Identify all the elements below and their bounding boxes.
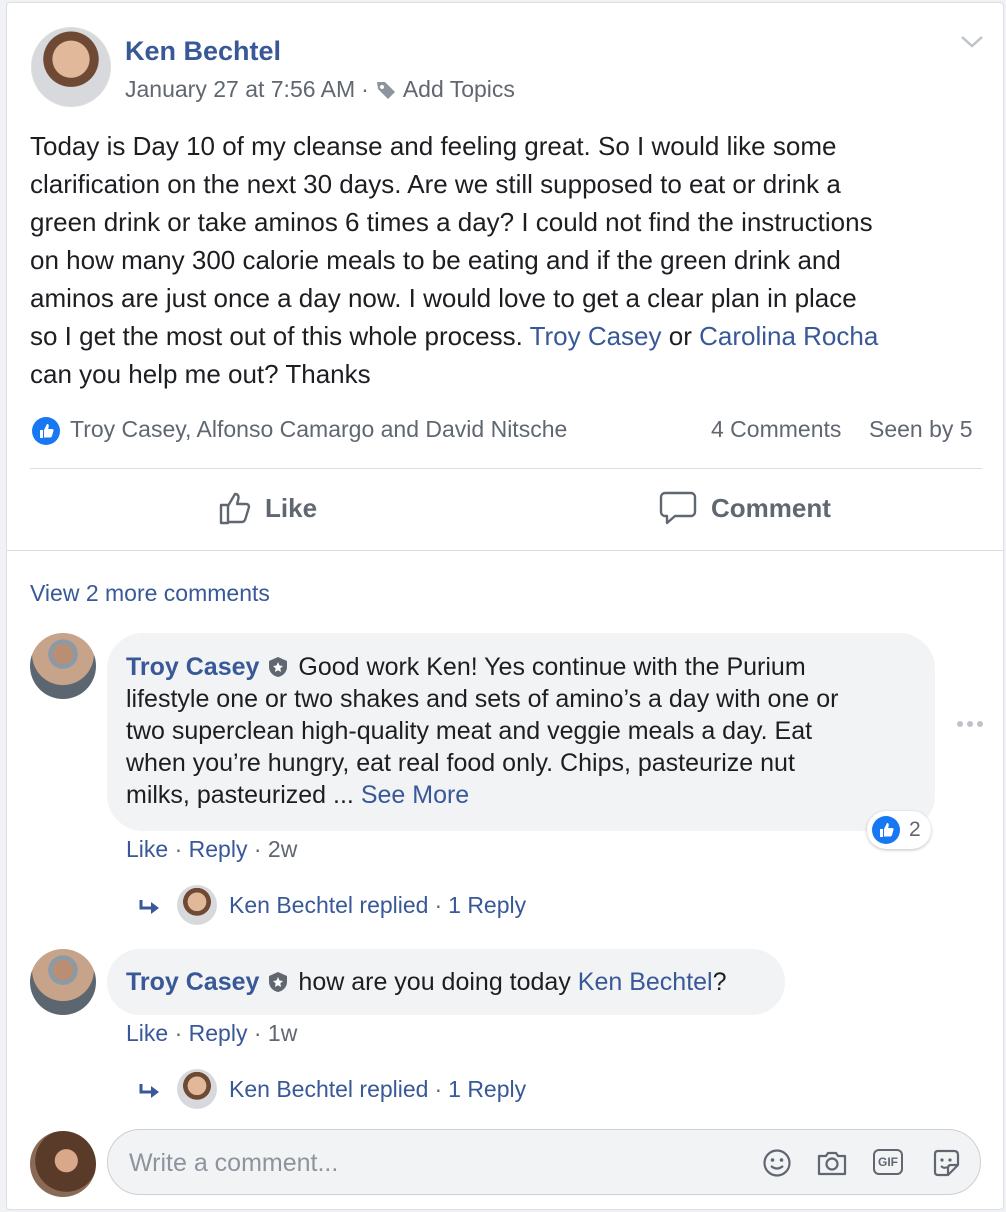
commenter-avatar[interactable]	[30, 949, 96, 1015]
tag-icon	[376, 81, 395, 99]
thumbs-up-icon	[219, 492, 251, 525]
separator-dot: ·	[168, 1020, 189, 1046]
comment-reaction-pill[interactable]: 2	[867, 811, 931, 849]
comment-reply-link[interactable]: Reply	[189, 836, 248, 862]
separator-dot: ·	[434, 891, 443, 918]
post-body-line: so I get the most out of this whole proc…	[30, 317, 990, 355]
post-body-line: can you help me out? Thanks	[30, 359, 371, 389]
commenter-avatar[interactable]	[30, 633, 96, 699]
emoji-icon[interactable]	[762, 1148, 792, 1178]
reactions-names[interactable]: Troy Casey, Alfonso Camargo and David Ni…	[70, 416, 567, 443]
camera-icon[interactable]	[816, 1148, 848, 1178]
speech-bubble-icon	[659, 491, 697, 525]
comments-count[interactable]: 4 Comments	[711, 416, 841, 443]
chevron-down-icon[interactable]	[959, 33, 985, 51]
comment-line: two superclean high-quality meat and veg…	[126, 717, 813, 745]
divider	[30, 468, 982, 469]
post-body-text: so I get the most out of this whole proc…	[30, 321, 530, 351]
reaction-count: 2	[909, 818, 921, 841]
post-body-line: clarification on the next 30 days. Are w…	[30, 169, 841, 199]
post-body-line: aminos are just once a day now. I would …	[30, 283, 857, 313]
like-button[interactable]: Like	[217, 489, 317, 527]
comment-line: when you’re hungry, eat real food only. …	[126, 749, 795, 777]
comment-author[interactable]: Troy Casey	[126, 966, 259, 998]
post-body-line: Today is Day 10 of my cleanse and feelin…	[30, 131, 837, 161]
comment-button[interactable]: Comment	[659, 489, 831, 527]
reply-count: 1 Reply	[448, 891, 527, 918]
separator-dot: ·	[247, 836, 268, 862]
sticker-icon[interactable]	[930, 1147, 962, 1179]
comment-like-link[interactable]: Like	[126, 836, 168, 862]
replied-text: Ken Bechtel replied	[229, 1075, 429, 1102]
author-avatar[interactable]	[31, 27, 111, 107]
gif-icon[interactable]: GIF	[873, 1149, 903, 1175]
comment-line: milks, pasteurized ... See More	[126, 779, 926, 811]
like-reaction-icon[interactable]	[31, 416, 61, 446]
admin-badge-icon	[269, 972, 288, 992]
comment-actions: Like · Reply · 1w	[126, 1020, 297, 1047]
reply-count: 1 Reply	[448, 1075, 527, 1102]
replies-summary[interactable]: Ken Bechtel replied · 1 Reply	[137, 885, 526, 925]
comment-line-text: milks, pasteurized ...	[126, 781, 361, 809]
replier-avatar	[177, 885, 217, 925]
like-reaction-icon	[872, 816, 900, 844]
mention-ken-bechtel[interactable]: Ken Bechtel	[578, 966, 713, 998]
separator-dot: ·	[434, 1075, 443, 1102]
admin-badge-icon	[269, 657, 288, 677]
comment-author[interactable]: Troy Casey	[126, 651, 259, 683]
current-user-avatar[interactable]	[30, 1131, 96, 1197]
replies-summary[interactable]: Ken Bechtel replied · 1 Reply	[137, 1069, 526, 1109]
more-options-icon[interactable]	[957, 721, 983, 727]
mention-troy-casey[interactable]: Troy Casey	[530, 321, 662, 351]
separator-dot: ·	[168, 836, 189, 862]
comment-like-link[interactable]: Like	[126, 1020, 168, 1046]
comment-reply-link[interactable]: Reply	[189, 1020, 248, 1046]
post-meta: January 27 at 7:56 AM · Add Topics	[125, 76, 515, 103]
comment-time[interactable]: 2w	[268, 836, 297, 862]
comment-input[interactable]: Write a comment... GIF	[107, 1129, 981, 1195]
like-button-label: Like	[265, 492, 318, 523]
replied-text: Ken Bechtel replied	[229, 891, 429, 918]
post-timestamp[interactable]: January 27 at 7:56 AM	[125, 76, 355, 103]
post-body: Today is Day 10 of my cleanse and feelin…	[30, 127, 990, 393]
divider	[7, 550, 1003, 551]
comment-input-placeholder: Write a comment...	[129, 1149, 339, 1177]
post-body-line: on how many 300 calorie meals to be eati…	[30, 245, 841, 275]
comment-line: lifestyle one or two shakes and sets of …	[126, 685, 839, 713]
comment-actions: Like · Reply · 2w	[126, 836, 297, 863]
seen-by[interactable]: Seen by 5	[869, 416, 973, 443]
reply-arrow-icon	[139, 1084, 159, 1098]
comment-button-label: Comment	[711, 492, 831, 523]
meta-separator: ·	[361, 76, 369, 102]
mention-carolina-rocha[interactable]: Carolina Rocha	[699, 321, 878, 351]
add-topics-link[interactable]: Add Topics	[403, 76, 515, 103]
separator-dot: ·	[247, 1020, 268, 1046]
comment-line: Good work Ken! Yes continue with the Pur…	[298, 653, 806, 681]
comment-line: how are you doing today	[298, 968, 578, 996]
comment-line-end: ?	[712, 968, 727, 996]
post-card: Ken Bechtel January 27 at 7:56 AM · Add …	[6, 2, 1004, 1210]
post-author-name[interactable]: Ken Bechtel	[125, 36, 281, 67]
replier-avatar	[177, 1069, 217, 1109]
comment-time[interactable]: 1w	[268, 1020, 297, 1046]
post-body-text: or	[661, 321, 700, 351]
comment-text: Troy Casey Good work Ken! Yes continue w…	[126, 651, 926, 811]
gif-icon-label: GIF	[878, 1155, 898, 1169]
view-more-comments[interactable]: View 2 more comments	[30, 580, 270, 607]
comment-text: Troy Casey how are you doing today Ken B…	[126, 966, 727, 998]
see-more-link[interactable]: See More	[361, 781, 469, 809]
reply-arrow-icon	[139, 900, 159, 914]
post-body-line: green drink or take aminos 6 times a day…	[30, 207, 873, 237]
